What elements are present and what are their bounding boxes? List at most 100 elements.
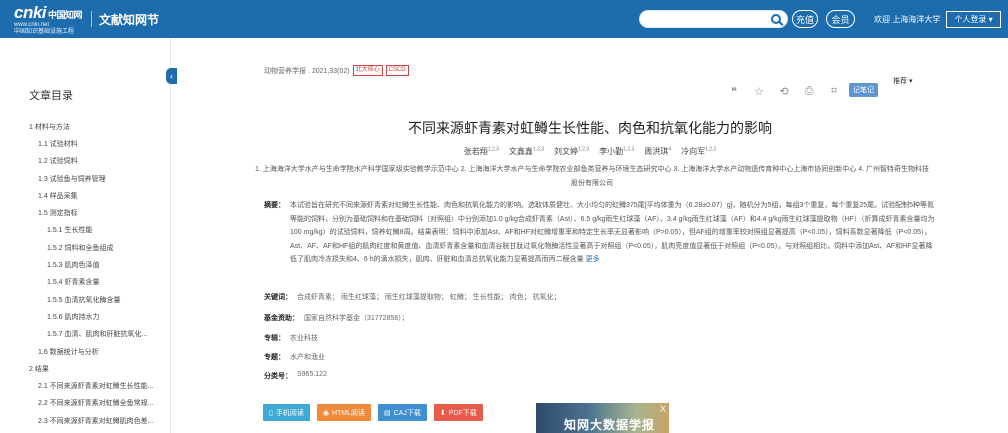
promo-banner[interactable]: 知网大数据学报 X [536, 403, 669, 433]
author-name[interactable]: 张若翔1,2,3 [463, 146, 499, 156]
toc-item[interactable]: 1.5.3 肌肉色泽值 [0, 256, 171, 273]
topic-row: 专题： 水产和渔业 [264, 352, 325, 362]
search-icon[interactable] [771, 14, 781, 24]
action-icons: ❝ ☆ ⟲ ⎙ ⌗ [727, 85, 841, 98]
keywords-label: 关键词： [264, 294, 292, 301]
article-title: 不同来源虾青素对虹鳟生长性能、肉色和抗氧化能力的影响 [408, 120, 772, 136]
button-label: HTML阅读 [331, 409, 366, 417]
author-name[interactable]: 冷向军1,2,3 [681, 146, 717, 156]
author-name[interactable]: 李小勤1,2,3 [599, 146, 634, 156]
specialty-value: 农业科技 [290, 335, 318, 342]
author-name[interactable]: 周洪琪4 [644, 146, 672, 156]
print-icon[interactable]: ⎙ [802, 85, 816, 97]
toc-item[interactable]: 1.5.5 血清抗氧化酶含量 [0, 291, 171, 308]
personal-login-button[interactable]: 个人登录 ▾ [946, 11, 1001, 28]
toc-item[interactable]: 1.6 数据统计与分析 [0, 343, 171, 360]
share-icon[interactable]: ⟲ [777, 85, 791, 98]
record-notes-button[interactable]: 记笔记 [849, 83, 878, 97]
author-affil-index: 1,2,3 [705, 146, 717, 153]
cnki-logo[interactable]: cnki 中国知网 www.cnki.net 中国知识基础设施工程 文献知网节 [14, 4, 159, 35]
caj-icon: ▤ [384, 409, 391, 417]
logo-subtitle: 中国知识基础设施工程 [14, 28, 75, 35]
toc-item[interactable]: 1.5.4 虾青素含量 [0, 274, 171, 291]
caj-button[interactable]: ▤ CAJ下载 [378, 404, 427, 421]
toc-item[interactable]: 1.2 试验饲料 [0, 153, 171, 170]
toc-item[interactable]: 2 结果 [0, 360, 171, 377]
tag-cscd: CSCD [385, 65, 409, 76]
logo-main: cnki 中国知网 [14, 2, 83, 22]
author-name[interactable]: 文鑫鑫1,2,3 [508, 146, 545, 156]
abstract-text: 本试验旨在研究不同来源虾青素对虹鳟生长性能、肉色和抗氧化能力的影响。选取体质健壮… [290, 199, 936, 267]
button-label: CAJ下载 [393, 409, 421, 417]
pdf-button[interactable]: ⬇ PDF下载 [433, 404, 483, 421]
logo-url: www.cnki.net [14, 21, 50, 28]
favorite-icon[interactable]: ☆ [752, 85, 766, 98]
topic-value: 水产和渔业 [290, 354, 325, 361]
toc-item[interactable]: 1.5.2 饲料和全鱼组成 [0, 239, 171, 256]
logo-cn: 中国知网 [48, 9, 83, 20]
author-list: 张若翔1,2,3 文鑫鑫1,2,3 刘文婷1,2,3 李小勤1,2,3 周洪琪4 冷向军1… [172, 146, 1008, 157]
toc-item[interactable]: 1 材料与方法 [0, 118, 171, 135]
toc-item[interactable]: 1.1 试验材料 [0, 135, 171, 152]
affiliations: 1. 上海海洋大学水产与生命学院水产科学国家级实验教学示范中心 2. 上海海洋大… [255, 166, 929, 187]
logo-text: cnki [14, 2, 47, 22]
toc-item[interactable]: 2.2 不同来源虾青素对虹鳟全鱼常规... [0, 395, 171, 412]
button-label: PDF下载 [448, 409, 477, 417]
author-affil-index: 1,2,3 [487, 146, 499, 153]
toc-sidebar: 文章目录 1 材料与方法 1.1 试验材料 1.2 试验饲料 1.3 试验鱼与饲养管理… [0, 38, 171, 433]
fund-label: 基金资助： [264, 315, 299, 322]
toc-item[interactable]: 1.5.1 生长性能 [0, 222, 171, 239]
banner-text: 知网大数据学报 [564, 418, 656, 432]
specialty-row: 专辑： 农业科技 [264, 333, 318, 343]
top-navigation-bar: cnki 中国知网 www.cnki.net 中国知识基础设施工程 文献知网节 充… [0, 0, 1008, 38]
quote-icon[interactable]: ❝ [727, 85, 741, 98]
specialty-label: 专辑： [264, 335, 285, 342]
abstract-body: 本试验旨在研究不同来源虾青素对虹鳟生长性能、肉色和抗氧化能力的影响。选取体质健壮… [290, 202, 935, 263]
toc-item[interactable]: 2.4 不同来源虾青素... [0, 429, 171, 433]
toc-title: 文章目录 [29, 90, 73, 102]
toc-item[interactable]: 2.1 不同来源虾青素对虹鳟生长性能... [0, 377, 171, 394]
keywords-row: 关键词： 合成虾青素； 雨生红球藻； 雨生红球藻提取物； 虹鳟； 生长性能； 肉… [264, 292, 561, 302]
keywords-value[interactable]: 合成虾青素； 雨生红球藻； 雨生红球藻提取物； 虹鳟； 生长性能； 肉色； 抗氧… [297, 292, 561, 302]
author-name-text: 文鑫鑫 [508, 147, 533, 156]
abstract-label: 摘要： [264, 202, 285, 209]
toc-item[interactable]: 1.5.6 肌肉持水力 [0, 308, 171, 325]
pdf-icon: ⬇ [439, 409, 446, 417]
section-title: 文献知网节 [99, 12, 160, 27]
tag-pku-core: 北大核心 [352, 65, 383, 76]
classno-label: 分类号： [264, 373, 292, 380]
member-button[interactable]: 会员 [826, 10, 855, 28]
toc-item[interactable]: 1.3 试验鱼与饲养管理 [0, 170, 171, 187]
html-button[interactable]: ◉ HTML阅读 [316, 404, 372, 421]
html-icon: ◉ [322, 409, 329, 417]
toc-item[interactable]: 2.3 不同来源虾青素对虹鳟肌肉色差... [0, 412, 171, 429]
recommend-dropdown[interactable]: 推荐 ▾ [893, 76, 912, 86]
more-link[interactable]: 更多 [586, 256, 600, 263]
author-name-text: 刘文婷 [554, 147, 579, 156]
source-line: 动物营养学报 . 2021,33(02) 北大核心 CSCD [264, 65, 409, 76]
tag-icon[interactable]: ⌗ [827, 85, 841, 97]
toc-item[interactable]: 1.4 样品采集 [0, 187, 171, 204]
logo-divider [91, 11, 93, 27]
search-input[interactable] [639, 10, 788, 28]
close-icon[interactable]: X [660, 404, 666, 414]
download-buttons: ▯ 手机阅读 ◉ HTML阅读 ▤ CAJ下载 ⬇ PDF下载 [263, 404, 483, 421]
phone-button[interactable]: ▯ 手机阅读 [263, 404, 310, 421]
author-name[interactable]: 刘文婷1,2,3 [554, 146, 589, 156]
author-name-text: 张若翔 [463, 147, 488, 156]
toc-item[interactable]: 1.5.7 血清、肌肉和肝脏抗氧化... [0, 326, 171, 343]
author-name-text: 李小勤 [599, 147, 624, 156]
fund-row: 基金资助： 国家自然科学基金（31772858）； [264, 313, 409, 323]
recharge-button[interactable]: 充值 [792, 10, 818, 28]
topic-label: 专题： [264, 354, 285, 361]
classno-row: 分类号： S965.122 [264, 371, 327, 381]
classno-value: S965.122 [297, 371, 327, 378]
article-main: 动物营养学报 . 2021,33(02) 北大核心 CSCD 推荐 ▾ ❝ ☆ … [172, 38, 1008, 433]
journal-source-link[interactable]: 动物营养学报 . 2021,33(02) [264, 66, 350, 76]
author-affil-index: 4 [668, 146, 672, 153]
fund-value[interactable]: 国家自然科学基金（31772858）； [304, 313, 409, 323]
author-name-text: 冷向军 [681, 147, 706, 156]
author-affil-index: 1,2,3 [532, 146, 545, 153]
toc-item[interactable]: 1.5 测定指标 [0, 204, 171, 221]
toc-list: 1 材料与方法 1.1 试验材料 1.2 试验饲料 1.3 试验鱼与饲养管理 1.4 样… [0, 118, 171, 433]
